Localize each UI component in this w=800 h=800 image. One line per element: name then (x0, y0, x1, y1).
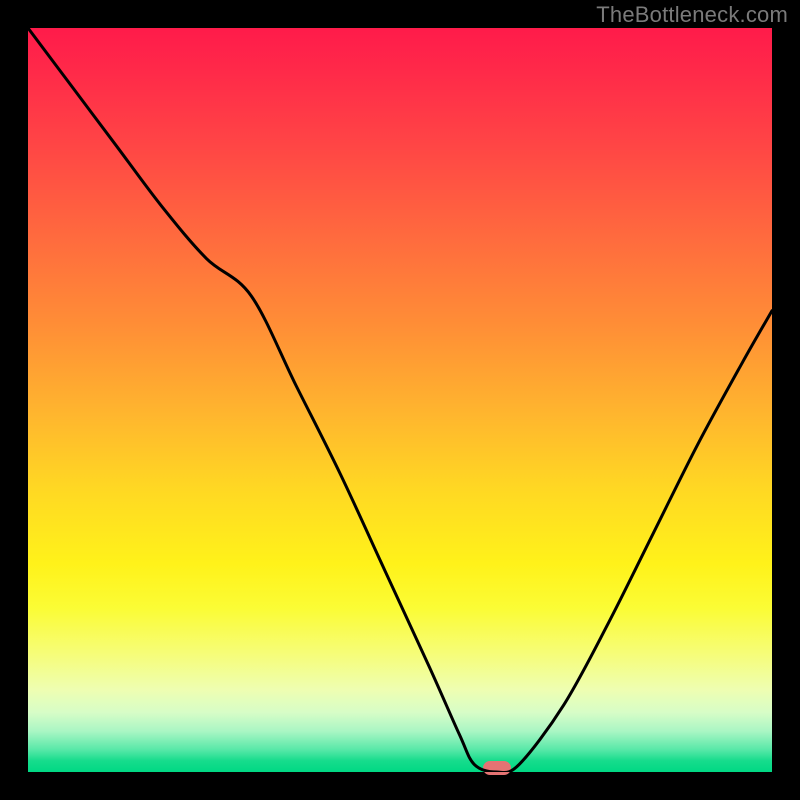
plot-area (28, 28, 772, 772)
bottleneck-curve (28, 28, 772, 772)
watermark-text: TheBottleneck.com (596, 2, 788, 28)
chart-frame: TheBottleneck.com (0, 0, 800, 800)
